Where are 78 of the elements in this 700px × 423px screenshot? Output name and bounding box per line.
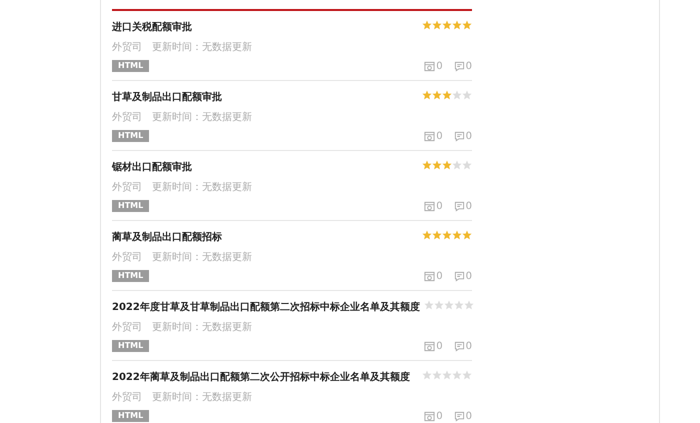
dataset-title-link[interactable]: 2022年度甘草及甘草制品出口配额第二次招标中标企业名单及其额度 bbox=[112, 298, 420, 318]
star-icon bbox=[422, 20, 432, 30]
star-icon bbox=[452, 20, 462, 30]
comment-icon bbox=[454, 200, 465, 212]
star-icon bbox=[442, 370, 452, 380]
star-icon bbox=[452, 90, 462, 100]
star-icon bbox=[422, 370, 432, 380]
department-label: 外贸司 bbox=[112, 40, 142, 55]
star-icon bbox=[432, 90, 442, 100]
comment-count: 0 bbox=[466, 60, 472, 72]
update-time: 更新时间：无数据更新 bbox=[152, 180, 252, 195]
update-time: 更新时间：无数据更新 bbox=[152, 390, 252, 405]
document-eye-icon bbox=[424, 60, 436, 72]
document-eye-icon bbox=[424, 410, 436, 422]
department-label: 外贸司 bbox=[112, 390, 142, 405]
update-time: 更新时间：无数据更新 bbox=[152, 40, 252, 55]
star-icon bbox=[442, 230, 452, 240]
format-tag: HTML bbox=[112, 340, 150, 352]
star-icon bbox=[462, 160, 472, 170]
comment-icon bbox=[454, 410, 465, 422]
document-eye-icon bbox=[424, 130, 436, 142]
star-icon bbox=[462, 90, 472, 100]
star-icon bbox=[462, 230, 472, 240]
comment-count: 0 bbox=[466, 270, 472, 282]
star-icon bbox=[442, 90, 452, 100]
format-tag: HTML bbox=[112, 130, 150, 142]
star-icon bbox=[462, 20, 472, 30]
star-icon bbox=[452, 160, 462, 170]
comment-icon bbox=[454, 130, 465, 142]
star-icon bbox=[424, 300, 434, 310]
star-icon bbox=[434, 300, 444, 310]
dataset-title-link[interactable]: 锯材出口配额审批 bbox=[112, 158, 192, 178]
star-icon bbox=[432, 370, 442, 380]
star-icon bbox=[462, 370, 472, 380]
comment-count: 0 bbox=[466, 130, 472, 142]
star-icon bbox=[432, 230, 442, 240]
view-count: 0 bbox=[436, 410, 443, 422]
view-count: 0 bbox=[436, 200, 443, 212]
format-tag: HTML bbox=[112, 270, 150, 282]
comment-icon bbox=[454, 270, 465, 282]
comment-count: 0 bbox=[466, 410, 472, 422]
update-time: 更新时间：无数据更新 bbox=[152, 110, 252, 125]
dataset-title-link[interactable]: 蔺草及制品出口配额招标 bbox=[112, 228, 222, 248]
department-label: 外贸司 bbox=[112, 320, 142, 335]
department-label: 外贸司 bbox=[112, 250, 142, 265]
star-icon bbox=[452, 230, 462, 240]
dataset-title-link[interactable]: 甘草及制品出口配额审批 bbox=[112, 88, 222, 108]
comment-count: 0 bbox=[466, 340, 472, 352]
comment-count: 0 bbox=[466, 200, 472, 212]
star-icon bbox=[442, 160, 452, 170]
star-icon bbox=[422, 90, 432, 100]
star-icon bbox=[442, 20, 452, 30]
star-icon bbox=[422, 230, 432, 240]
comment-icon bbox=[454, 60, 465, 72]
dataset-title-link[interactable]: 2022年蔺草及制品出口配额第二次公开招标中标企业名单及其额度 bbox=[112, 368, 410, 388]
view-count: 0 bbox=[436, 60, 443, 72]
format-tag: HTML bbox=[112, 200, 150, 212]
department-label: 外贸司 bbox=[112, 110, 142, 125]
star-icon bbox=[454, 300, 464, 310]
star-icon bbox=[444, 300, 454, 310]
department-label: 外贸司 bbox=[112, 180, 142, 195]
update-time: 更新时间：无数据更新 bbox=[152, 250, 252, 265]
star-icon bbox=[464, 300, 474, 310]
star-icon bbox=[452, 370, 462, 380]
star-icon bbox=[422, 160, 432, 170]
document-eye-icon bbox=[424, 270, 436, 282]
document-eye-icon bbox=[424, 200, 436, 212]
view-count: 0 bbox=[436, 130, 443, 142]
format-tag: HTML bbox=[112, 60, 150, 72]
document-eye-icon bbox=[424, 340, 436, 352]
star-icon bbox=[432, 160, 442, 170]
update-time: 更新时间：无数据更新 bbox=[152, 320, 252, 335]
view-count: 0 bbox=[436, 340, 443, 352]
comment-icon bbox=[454, 340, 465, 352]
format-tag: HTML bbox=[112, 410, 150, 422]
view-count: 0 bbox=[436, 270, 443, 282]
dataset-title-link[interactable]: 进口关税配额审批 bbox=[112, 18, 192, 38]
star-icon bbox=[432, 20, 442, 30]
